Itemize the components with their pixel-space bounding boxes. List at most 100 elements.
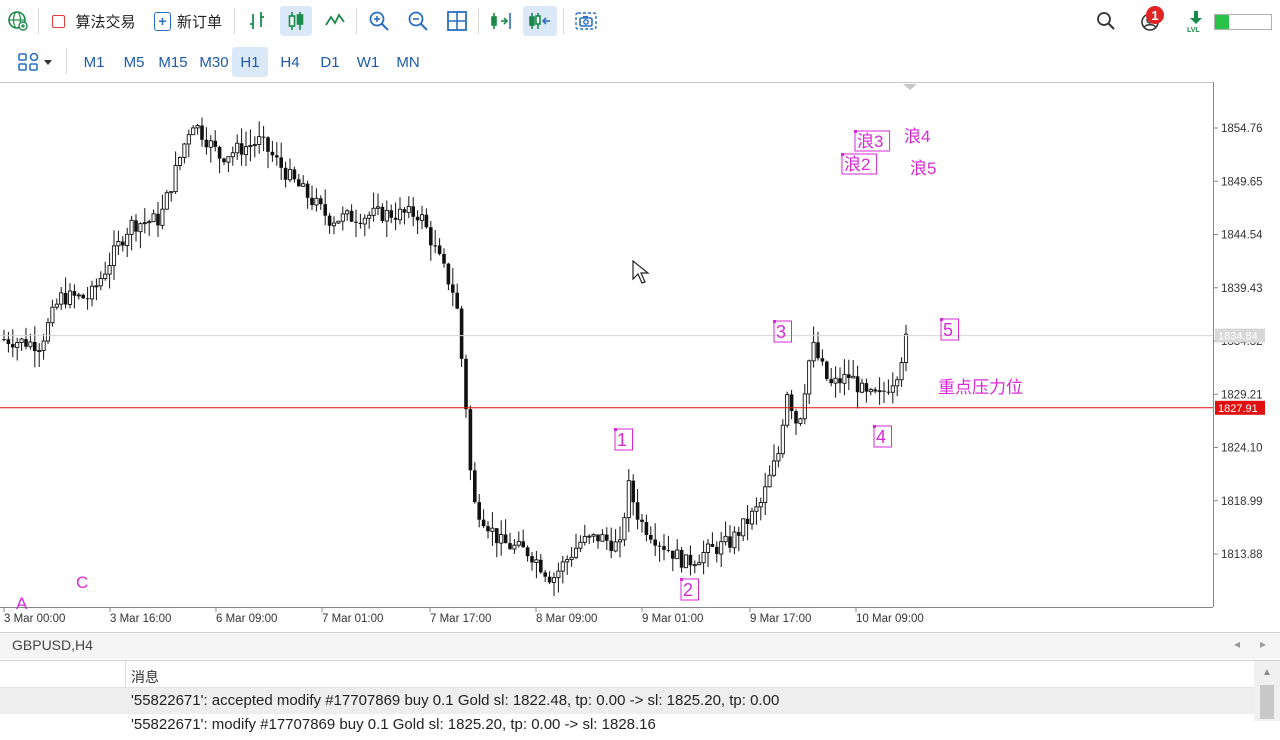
timeframe-m30-button[interactable]: M30 xyxy=(195,47,233,77)
x-axis-label: 9 Mar 17:00 xyxy=(750,613,811,625)
candle-body-bull xyxy=(226,156,231,163)
timeframe-d1-button[interactable]: D1 xyxy=(312,47,348,77)
chart-tab-gbpusd-h4[interactable]: GBPUSD,H4 xyxy=(12,637,93,653)
algo-trading-button[interactable]: 算法交易 xyxy=(48,6,140,36)
candle-body-bear xyxy=(838,378,842,384)
x-axis-label: 8 Mar 09:00 xyxy=(536,613,597,625)
account-globe-icon[interactable] xyxy=(4,6,32,36)
bar-chart-icon[interactable] xyxy=(242,6,272,36)
candle-body-bull xyxy=(138,223,143,233)
candle-body-bull xyxy=(763,486,768,503)
y-axis-label: 1844.54 xyxy=(1221,230,1263,242)
candle-body-bear xyxy=(446,263,451,285)
candle-body-bear xyxy=(530,556,534,563)
candle-body-bull xyxy=(107,265,112,275)
algo-trading-label: 算法交易 xyxy=(75,13,136,31)
zoom-in-icon[interactable] xyxy=(364,6,394,36)
candle-body-bull xyxy=(248,145,253,148)
wave-label-a[interactable]: A xyxy=(16,594,28,613)
candle-body-bear xyxy=(319,198,323,205)
candle-body-bull xyxy=(129,219,134,235)
new-order-button[interactable]: + 新订单 xyxy=(148,6,228,36)
candle-body-bear xyxy=(464,358,468,410)
candle-body-bull xyxy=(186,134,191,145)
price-chart[interactable]: 1854.761849.651844.541839.431834.321829.… xyxy=(0,82,1280,632)
candle-body-bear xyxy=(816,342,820,359)
candle-body-bull xyxy=(490,527,495,532)
candle-body-bull xyxy=(573,547,579,558)
candle-body-bull xyxy=(749,510,755,525)
candle-body-bull xyxy=(67,290,73,305)
candle-body-bear xyxy=(671,550,675,559)
candle-body-bear xyxy=(393,217,398,220)
candle xyxy=(683,554,689,569)
journal-scrollbar-thumb[interactable] xyxy=(1260,685,1274,719)
candle-body-bear xyxy=(204,139,209,148)
candle-body-bear xyxy=(728,536,732,548)
y-axis-label: 1813.88 xyxy=(1221,549,1263,561)
chart-shift-icon[interactable] xyxy=(486,6,516,36)
candle-body-bear xyxy=(794,411,798,424)
journal-row[interactable]: '55822671': accepted modify #17707869 bu… xyxy=(0,688,1254,714)
signal-strength-icon[interactable]: LVL xyxy=(1183,6,1209,36)
candle-body-bull xyxy=(345,210,350,215)
candle-body-bull xyxy=(182,143,187,158)
line-chart-icon[interactable] xyxy=(320,6,350,36)
candle-body-bull xyxy=(600,534,605,542)
wave-note-5[interactable]: 浪5 xyxy=(910,159,936,178)
timeframe-w1-button[interactable]: W1 xyxy=(350,47,386,77)
candle-body-bull xyxy=(697,562,702,566)
timeframe-m15-button[interactable]: M15 xyxy=(154,47,192,77)
journal-message: '55822671': accepted modify #17707869 bu… xyxy=(131,692,780,709)
candle-body-bull xyxy=(191,127,196,136)
zoom-out-icon[interactable] xyxy=(403,6,433,36)
candle-body-bear xyxy=(820,358,825,362)
wave-note-3-anchor xyxy=(854,130,857,133)
candle xyxy=(459,305,464,367)
candle-body-bear xyxy=(609,540,613,552)
journal-column-message[interactable]: 消息 xyxy=(131,667,159,687)
timeframe-h4-button[interactable]: H4 xyxy=(272,47,308,77)
candle-body-bull xyxy=(833,377,838,384)
scroll-right-icon[interactable]: ▸ xyxy=(1260,637,1266,651)
candle-body-bear xyxy=(415,216,420,221)
journal-header-row: 消息 xyxy=(0,661,1254,688)
journal-scrollbar[interactable]: ▲ xyxy=(1254,661,1280,721)
resistance-label[interactable]: 重点压力位 xyxy=(938,378,1023,397)
wave-label-c[interactable]: C xyxy=(76,573,88,592)
scroll-left-icon[interactable]: ◂ xyxy=(1234,637,1240,651)
candle-body-bear xyxy=(305,183,310,198)
timeframe-h1-button[interactable]: H1 xyxy=(232,47,268,77)
grid-icon[interactable] xyxy=(442,6,472,36)
journal-row[interactable]: '55822671': modify #17707869 buy 0.1 Gol… xyxy=(0,714,1254,740)
autoscroll-icon[interactable] xyxy=(523,6,557,36)
candle-body-bear xyxy=(688,554,693,566)
wave-note-4[interactable]: 浪4 xyxy=(904,127,930,146)
candle-body-bear xyxy=(737,532,741,536)
candle-body-bull xyxy=(37,350,42,352)
candle-body-bear xyxy=(283,167,288,180)
timeframe-mn-button[interactable]: MN xyxy=(390,47,426,77)
timeframe-toolbar: M1 M5 M15 M30 H1 H4 D1 W1 MN xyxy=(0,42,1280,80)
timeframe-m1-button[interactable]: M1 xyxy=(76,47,112,77)
candle-body-bear xyxy=(710,544,715,547)
svg-text:LVL: LVL xyxy=(1187,27,1200,33)
timeframe-m5-button[interactable]: M5 xyxy=(116,47,152,77)
screenshot-camera-icon[interactable] xyxy=(570,6,602,36)
candle-body-bull xyxy=(551,577,557,583)
candle-body-bull xyxy=(94,285,99,288)
candle-body-bull xyxy=(147,221,152,224)
candle-body-bear xyxy=(81,294,85,299)
templates-icon xyxy=(18,52,52,71)
candle-body-bear xyxy=(433,245,437,247)
search-icon[interactable] xyxy=(1092,6,1120,36)
candle-body-bear xyxy=(389,210,393,218)
candle-body-bear xyxy=(323,204,327,216)
candle-body-bull xyxy=(45,322,51,342)
notifications-button[interactable]: 1 xyxy=(1132,6,1168,36)
candlestick-chart-icon[interactable] xyxy=(280,6,312,36)
candle xyxy=(464,354,468,418)
candle-body-bear xyxy=(486,526,490,532)
candle-body-bull xyxy=(842,373,847,384)
templates-dropdown[interactable] xyxy=(10,47,60,77)
